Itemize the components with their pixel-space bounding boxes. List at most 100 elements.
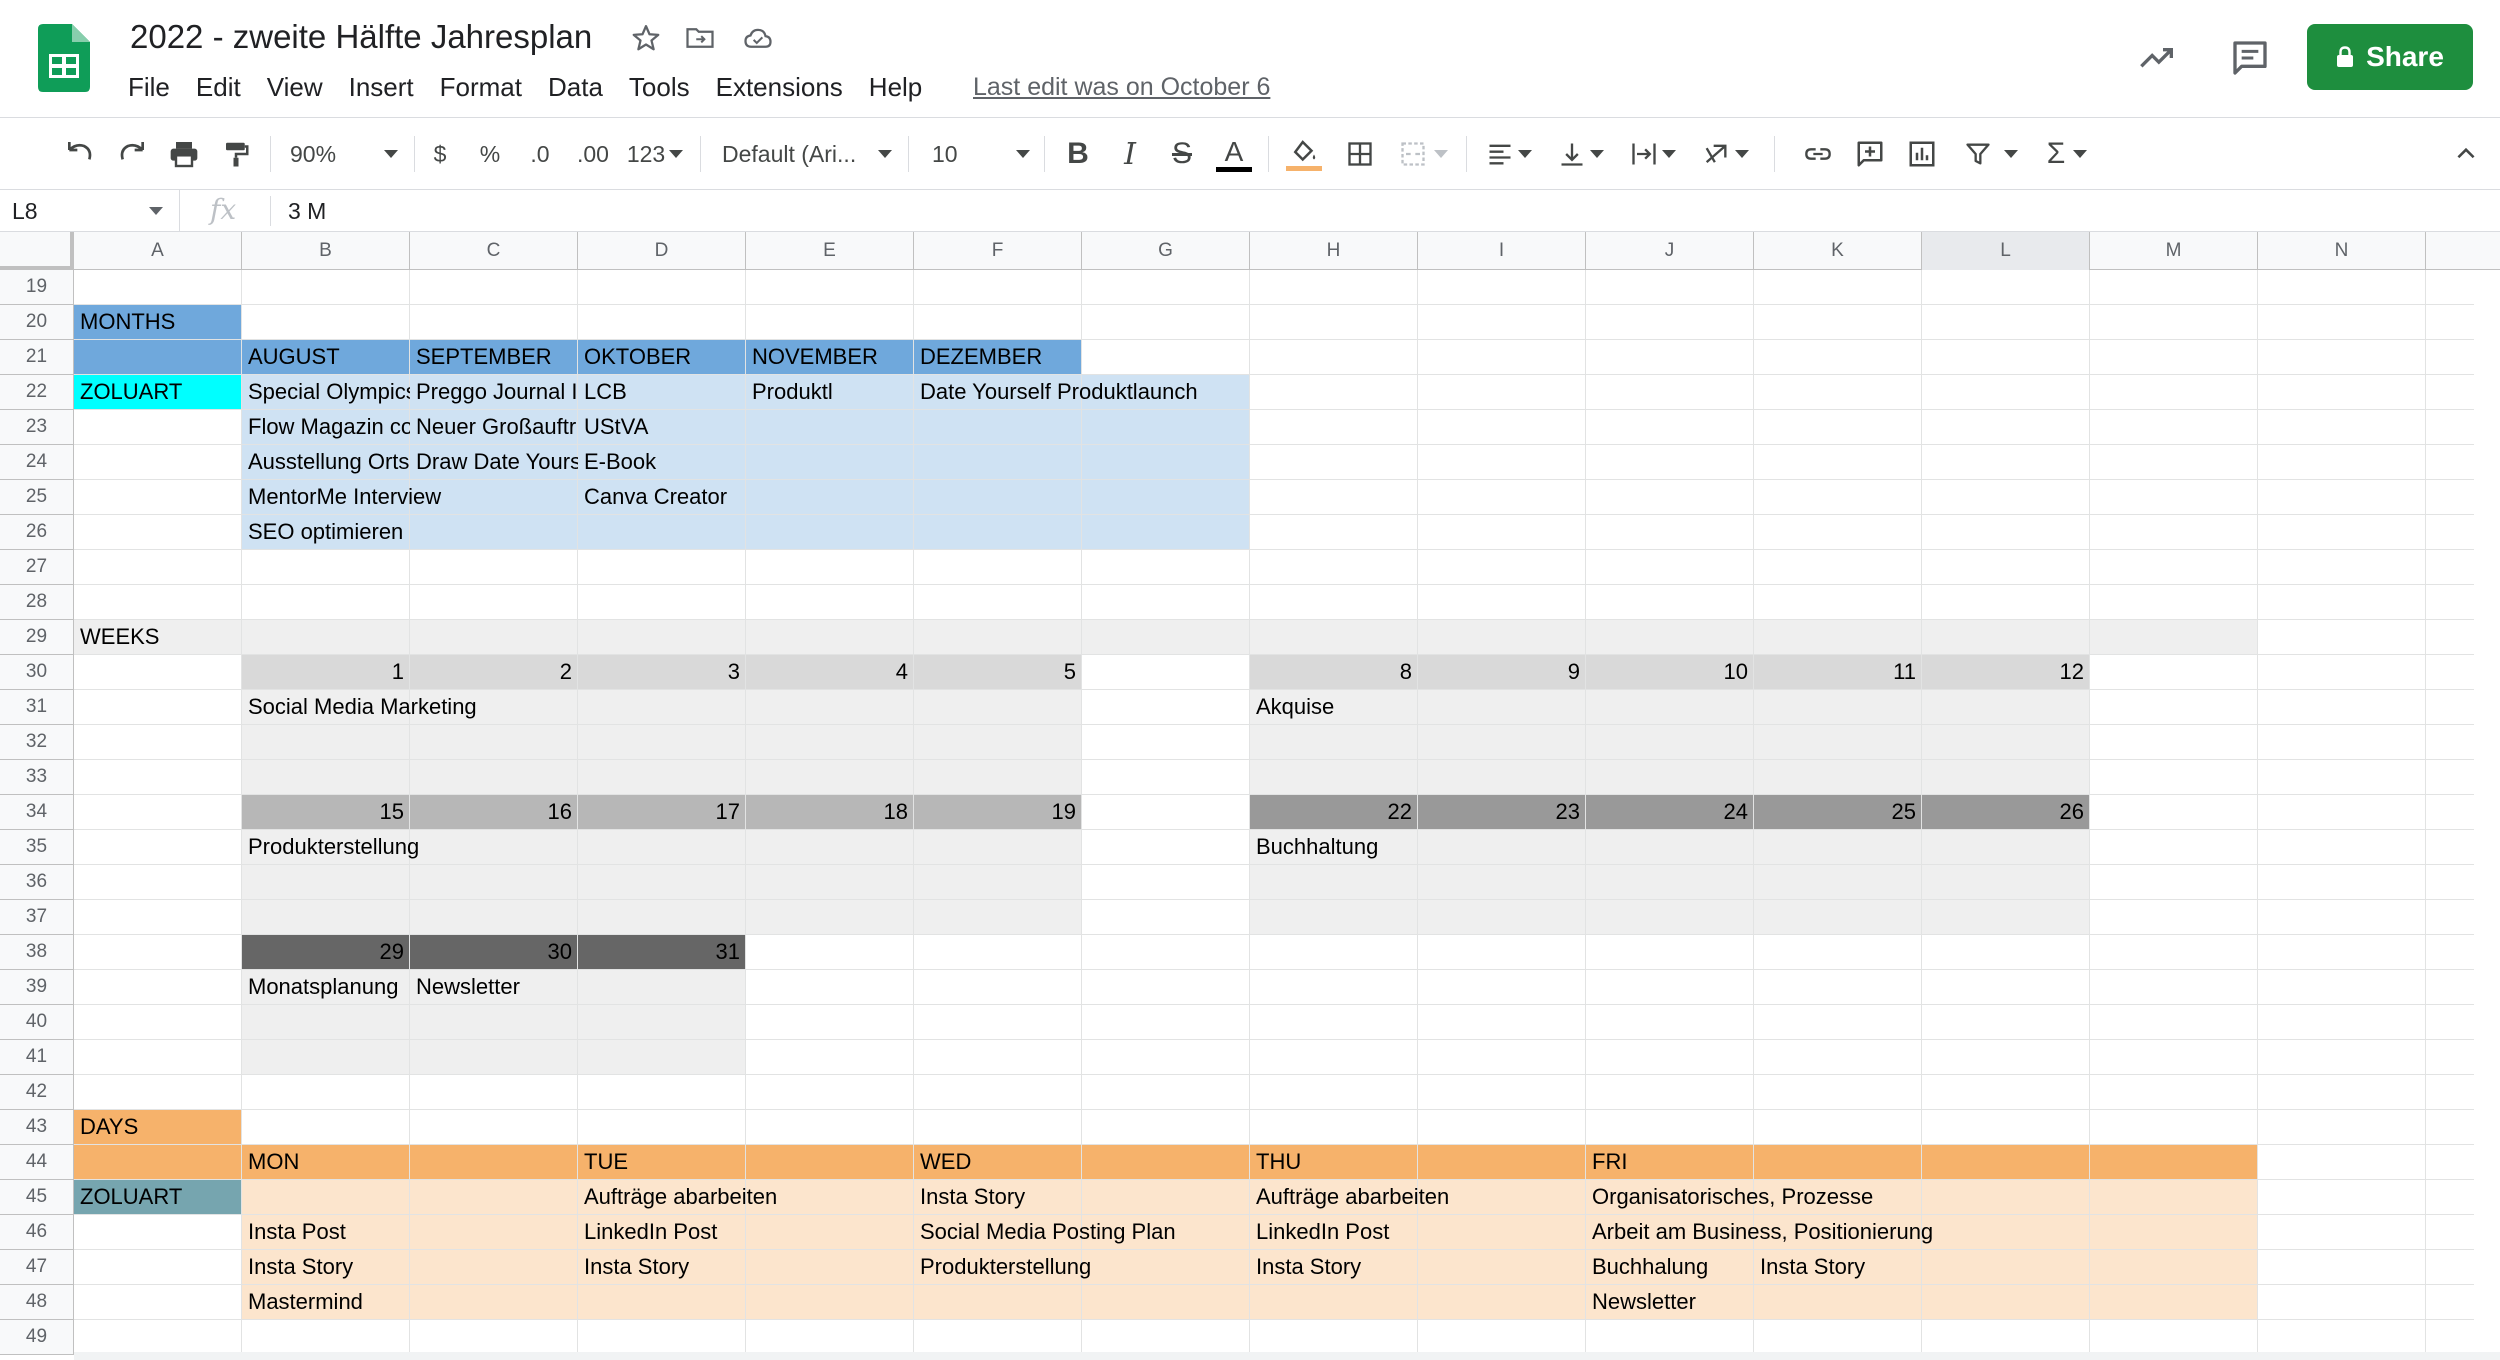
cell-c30[interactable]: 2 bbox=[410, 655, 578, 690]
cell-b22[interactable]: Special Olympics bbox=[242, 375, 410, 410]
row-header-28[interactable]: 28 bbox=[0, 585, 74, 620]
cell-i34[interactable]: 23 bbox=[1418, 795, 1586, 830]
cell-e30[interactable]: 4 bbox=[746, 655, 914, 690]
cell-j48[interactable]: Newsletter bbox=[1586, 1285, 2426, 1320]
last-edit-link[interactable]: Last edit was on October 6 bbox=[973, 70, 1270, 104]
cell-j45[interactable]: Organisatorisches, Prozesse bbox=[1586, 1180, 2426, 1215]
row-header-35[interactable]: 35 bbox=[0, 830, 74, 865]
cell-c23[interactable]: Neuer Großauftr bbox=[410, 410, 578, 445]
column-header-m[interactable]: M bbox=[2090, 232, 2258, 270]
cell-d44[interactable]: TUE bbox=[578, 1145, 914, 1180]
row-header-20[interactable]: 20 bbox=[0, 305, 74, 340]
currency-format-button[interactable]: $ bbox=[420, 132, 460, 176]
cell-b38[interactable]: 29 bbox=[242, 935, 410, 970]
cell-d46[interactable]: LinkedIn Post bbox=[578, 1215, 914, 1250]
font-family-select[interactable]: Default (Ari... bbox=[718, 132, 896, 176]
column-header-k[interactable]: K bbox=[1754, 232, 1922, 270]
row-header-31[interactable]: 31 bbox=[0, 690, 74, 725]
row-header-25[interactable]: 25 bbox=[0, 480, 74, 515]
document-title[interactable]: 2022 - zweite Hälfte Jahresplan bbox=[130, 18, 592, 56]
cell-h31[interactable]: Akquise bbox=[1250, 690, 2426, 725]
cell-d24[interactable]: E-Book bbox=[578, 445, 2426, 480]
paint-format-icon[interactable] bbox=[214, 132, 258, 176]
cell-c21[interactable]: SEPTEMBER bbox=[410, 340, 578, 375]
cell-j30[interactable]: 10 bbox=[1586, 655, 1754, 690]
zoom-select[interactable]: 90% bbox=[284, 132, 404, 176]
text-wrap-icon[interactable] bbox=[1622, 132, 1684, 176]
cell-f44[interactable]: WED bbox=[914, 1145, 1250, 1180]
undo-icon[interactable] bbox=[58, 132, 102, 176]
redo-icon[interactable] bbox=[110, 132, 154, 176]
merge-cells-icon[interactable] bbox=[1394, 132, 1452, 176]
cell-f46[interactable]: Social Media Posting Plan bbox=[914, 1215, 1250, 1250]
row-header-27[interactable]: 27 bbox=[0, 550, 74, 585]
cell-d38[interactable]: 31 bbox=[578, 935, 746, 970]
cell-b21[interactable]: AUGUST bbox=[242, 340, 410, 375]
column-header-n[interactable]: N bbox=[2258, 232, 2426, 270]
cell-e22[interactable]: Produktl bbox=[746, 375, 914, 410]
cell-h34[interactable]: 22 bbox=[1250, 795, 1418, 830]
align-vertical-icon[interactable] bbox=[1550, 132, 1612, 176]
column-header-c[interactable]: C bbox=[410, 232, 578, 270]
row-header-40[interactable]: 40 bbox=[0, 1005, 74, 1040]
cell-b23[interactable]: Flow Magazin co bbox=[242, 410, 410, 445]
cell-b47[interactable]: Insta Story bbox=[242, 1250, 578, 1285]
strikethrough-icon[interactable]: S bbox=[1160, 132, 1204, 176]
horizontal-scrollbar[interactable] bbox=[74, 1352, 2500, 1360]
formula-input[interactable]: 3 M bbox=[288, 190, 326, 232]
cell-l34[interactable]: 26 bbox=[1922, 795, 2090, 830]
cell-a29[interactable]: WEEKS bbox=[74, 620, 2426, 655]
bold-icon[interactable]: B bbox=[1056, 132, 1100, 176]
row-header-37[interactable]: 37 bbox=[0, 900, 74, 935]
column-header-b[interactable]: B bbox=[242, 232, 410, 270]
row-header-42[interactable]: 42 bbox=[0, 1075, 74, 1110]
column-header-i[interactable]: I bbox=[1418, 232, 1586, 270]
row-header-44[interactable]: 44 bbox=[0, 1145, 74, 1180]
column-header-d[interactable]: D bbox=[578, 232, 746, 270]
cell-b34[interactable]: 15 bbox=[242, 795, 410, 830]
cell-h35[interactable]: Buchhaltung bbox=[1250, 830, 2426, 865]
row-header-43[interactable]: 43 bbox=[0, 1110, 74, 1145]
star-icon[interactable] bbox=[626, 18, 666, 58]
row-header-39[interactable]: 39 bbox=[0, 970, 74, 1005]
column-header-l[interactable]: L bbox=[1922, 232, 2090, 270]
menu-help[interactable]: Help bbox=[869, 70, 934, 104]
row-header-22[interactable]: 22 bbox=[0, 375, 74, 410]
cell-f21[interactable]: DEZEMBER bbox=[914, 340, 2426, 375]
row-header-30[interactable]: 30 bbox=[0, 655, 74, 690]
cell-h44[interactable]: THU bbox=[1250, 1145, 1586, 1180]
cell-b48[interactable]: Mastermind bbox=[242, 1285, 1586, 1320]
row-header-48[interactable]: 48 bbox=[0, 1285, 74, 1320]
cell-e21[interactable]: NOVEMBER bbox=[746, 340, 914, 375]
cell-i30[interactable]: 9 bbox=[1418, 655, 1586, 690]
italic-icon[interactable]: I bbox=[1108, 132, 1152, 176]
comment-icon[interactable] bbox=[1848, 132, 1892, 176]
column-header-g[interactable]: G bbox=[1082, 232, 1250, 270]
cell-j46[interactable]: Arbeit am Business, Positionierung bbox=[1586, 1215, 2426, 1250]
font-size-select[interactable]: 10 bbox=[928, 132, 1034, 176]
row-header-38[interactable]: 38 bbox=[0, 935, 74, 970]
decrease-decimal-button[interactable]: .0 bbox=[518, 132, 562, 176]
cell-f34[interactable]: 19 bbox=[914, 795, 1082, 830]
align-horizontal-icon[interactable] bbox=[1478, 132, 1540, 176]
select-all-corner[interactable] bbox=[0, 232, 74, 270]
row-header-33[interactable]: 33 bbox=[0, 760, 74, 795]
print-icon[interactable] bbox=[162, 132, 206, 176]
row-header-49[interactable]: 49 bbox=[0, 1320, 74, 1355]
cell-b39[interactable]: Monatsplanung bbox=[242, 970, 410, 1005]
row-header-32[interactable]: 32 bbox=[0, 725, 74, 760]
cell-b24[interactable]: Ausstellung Orts bbox=[242, 445, 410, 480]
menu-extensions[interactable]: Extensions bbox=[716, 70, 855, 104]
row-header-36[interactable]: 36 bbox=[0, 865, 74, 900]
cell-j47[interactable]: Buchhalung bbox=[1586, 1250, 1754, 1285]
functions-icon[interactable]: Σ bbox=[2036, 132, 2098, 176]
menu-file[interactable]: File bbox=[128, 70, 182, 104]
column-header-e[interactable]: E bbox=[746, 232, 914, 270]
cell-b35[interactable]: Produkterstellung bbox=[242, 830, 1250, 865]
row-header-46[interactable]: 46 bbox=[0, 1215, 74, 1250]
cell-e34[interactable]: 18 bbox=[746, 795, 914, 830]
cell-d23[interactable]: UStVA bbox=[578, 410, 2426, 445]
number-format-select[interactable]: 123 bbox=[624, 132, 686, 176]
cell-a45[interactable]: ZOLUART bbox=[74, 1180, 578, 1215]
column-header-h[interactable]: H bbox=[1250, 232, 1418, 270]
